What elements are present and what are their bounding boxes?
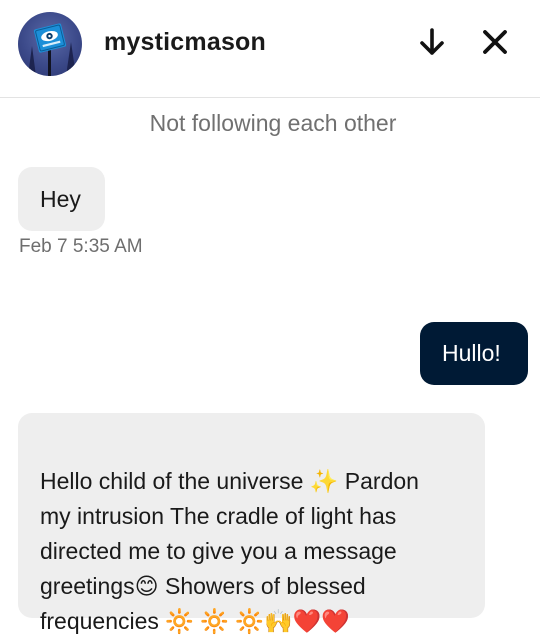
minimize-button[interactable]	[414, 24, 450, 60]
arrow-down-icon	[420, 28, 444, 55]
message-bubble-incoming[interactable]: Hello child of the universe ✨ Pardon my …	[18, 413, 485, 634]
avatar[interactable]	[18, 12, 82, 76]
conversation-header: mysticmason	[0, 0, 540, 98]
message-timestamp: Feb 7 5:35 AM	[19, 236, 143, 257]
close-button[interactable]	[477, 24, 513, 60]
conversation-username[interactable]: mysticmason	[104, 28, 266, 57]
follow-status: Not following each other	[149, 110, 397, 136]
message-bubble-outgoing[interactable]: Hullo!	[420, 322, 528, 385]
message-text: Hey	[40, 186, 81, 212]
message-text: Hello child of the universe ✨ Pardon my …	[40, 468, 419, 634]
message-text: Hullo!	[442, 340, 501, 366]
close-icon	[483, 30, 507, 54]
message-bubble-incoming[interactable]: Hey	[18, 167, 105, 231]
caution-eye-sign-icon	[28, 23, 76, 76]
